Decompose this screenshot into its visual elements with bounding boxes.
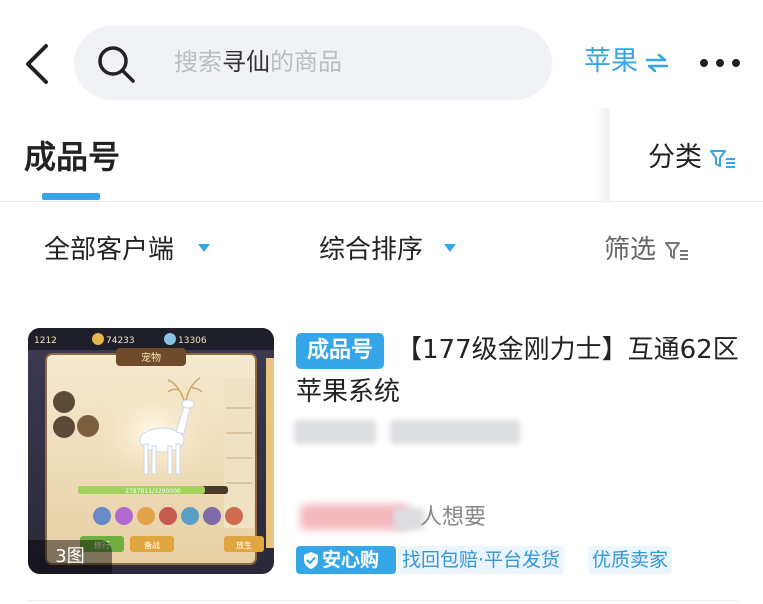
product-thumbnail[interactable]: 1212 74233 13306 宠物 2787811/3290000 修行 备…: [28, 328, 274, 574]
thumb-currency-3: 13306: [178, 336, 207, 346]
product-title[interactable]: 【177级金刚力士】互通62区苹果系统: [296, 335, 739, 407]
filter-icon[interactable]: [664, 240, 690, 262]
category-filter-icon[interactable]: [709, 147, 737, 171]
quality-seller-tag: 优质卖家: [588, 546, 673, 574]
thumb-panel-title: 宠物: [141, 351, 161, 364]
service-guarantee-tag: 找回包赔·平台发货: [398, 546, 565, 574]
sort-dropdown[interactable]: 综合排序: [319, 233, 423, 267]
swap-icon[interactable]: [645, 53, 669, 73]
active-tab-indicator: [42, 193, 100, 200]
thumb-currency-2: 74233: [106, 336, 135, 346]
tab-finished-account[interactable]: 成品号: [24, 136, 120, 178]
search-icon: [98, 46, 135, 83]
thumb-button-2: 备战: [144, 540, 160, 550]
want-count-label: 人想要: [420, 505, 487, 530]
image-count-label: 3图: [28, 540, 112, 574]
shield-check-icon: [304, 552, 318, 569]
blurred-attribute: [294, 420, 376, 444]
back-arrow-icon[interactable]: [22, 42, 54, 86]
tabs-divider: [0, 201, 763, 202]
category-divider-shadow: [596, 108, 610, 202]
client-filter-dropdown[interactable]: 全部客户端: [44, 233, 174, 267]
thumb-progress-text: 2787811/3290000: [125, 488, 181, 495]
safe-buy-label: 安心购: [322, 549, 380, 571]
screen-filter-button[interactable]: 筛选: [604, 233, 656, 267]
thumb-currency-1: 1212: [34, 336, 57, 346]
category-button[interactable]: 分类: [648, 140, 702, 176]
card-divider: [28, 600, 738, 601]
thumb-button-3: 放生: [236, 540, 252, 550]
search-input-placeholder[interactable]: 搜索寻仙的商品: [174, 46, 342, 78]
search-placeholder-suffix: 的商品: [270, 48, 342, 76]
search-placeholder-prefix: 搜索: [174, 48, 222, 76]
platform-switch-label[interactable]: 苹果: [584, 43, 638, 81]
caret-down-icon[interactable]: [198, 244, 210, 252]
search-keyword: 寻仙: [222, 48, 270, 76]
caret-down-icon[interactable]: [444, 244, 456, 252]
more-icon[interactable]: [699, 55, 741, 71]
product-title-block[interactable]: 【177级金刚力士】互通62区苹果系统: [296, 329, 742, 413]
blurred-attribute: [390, 420, 520, 444]
